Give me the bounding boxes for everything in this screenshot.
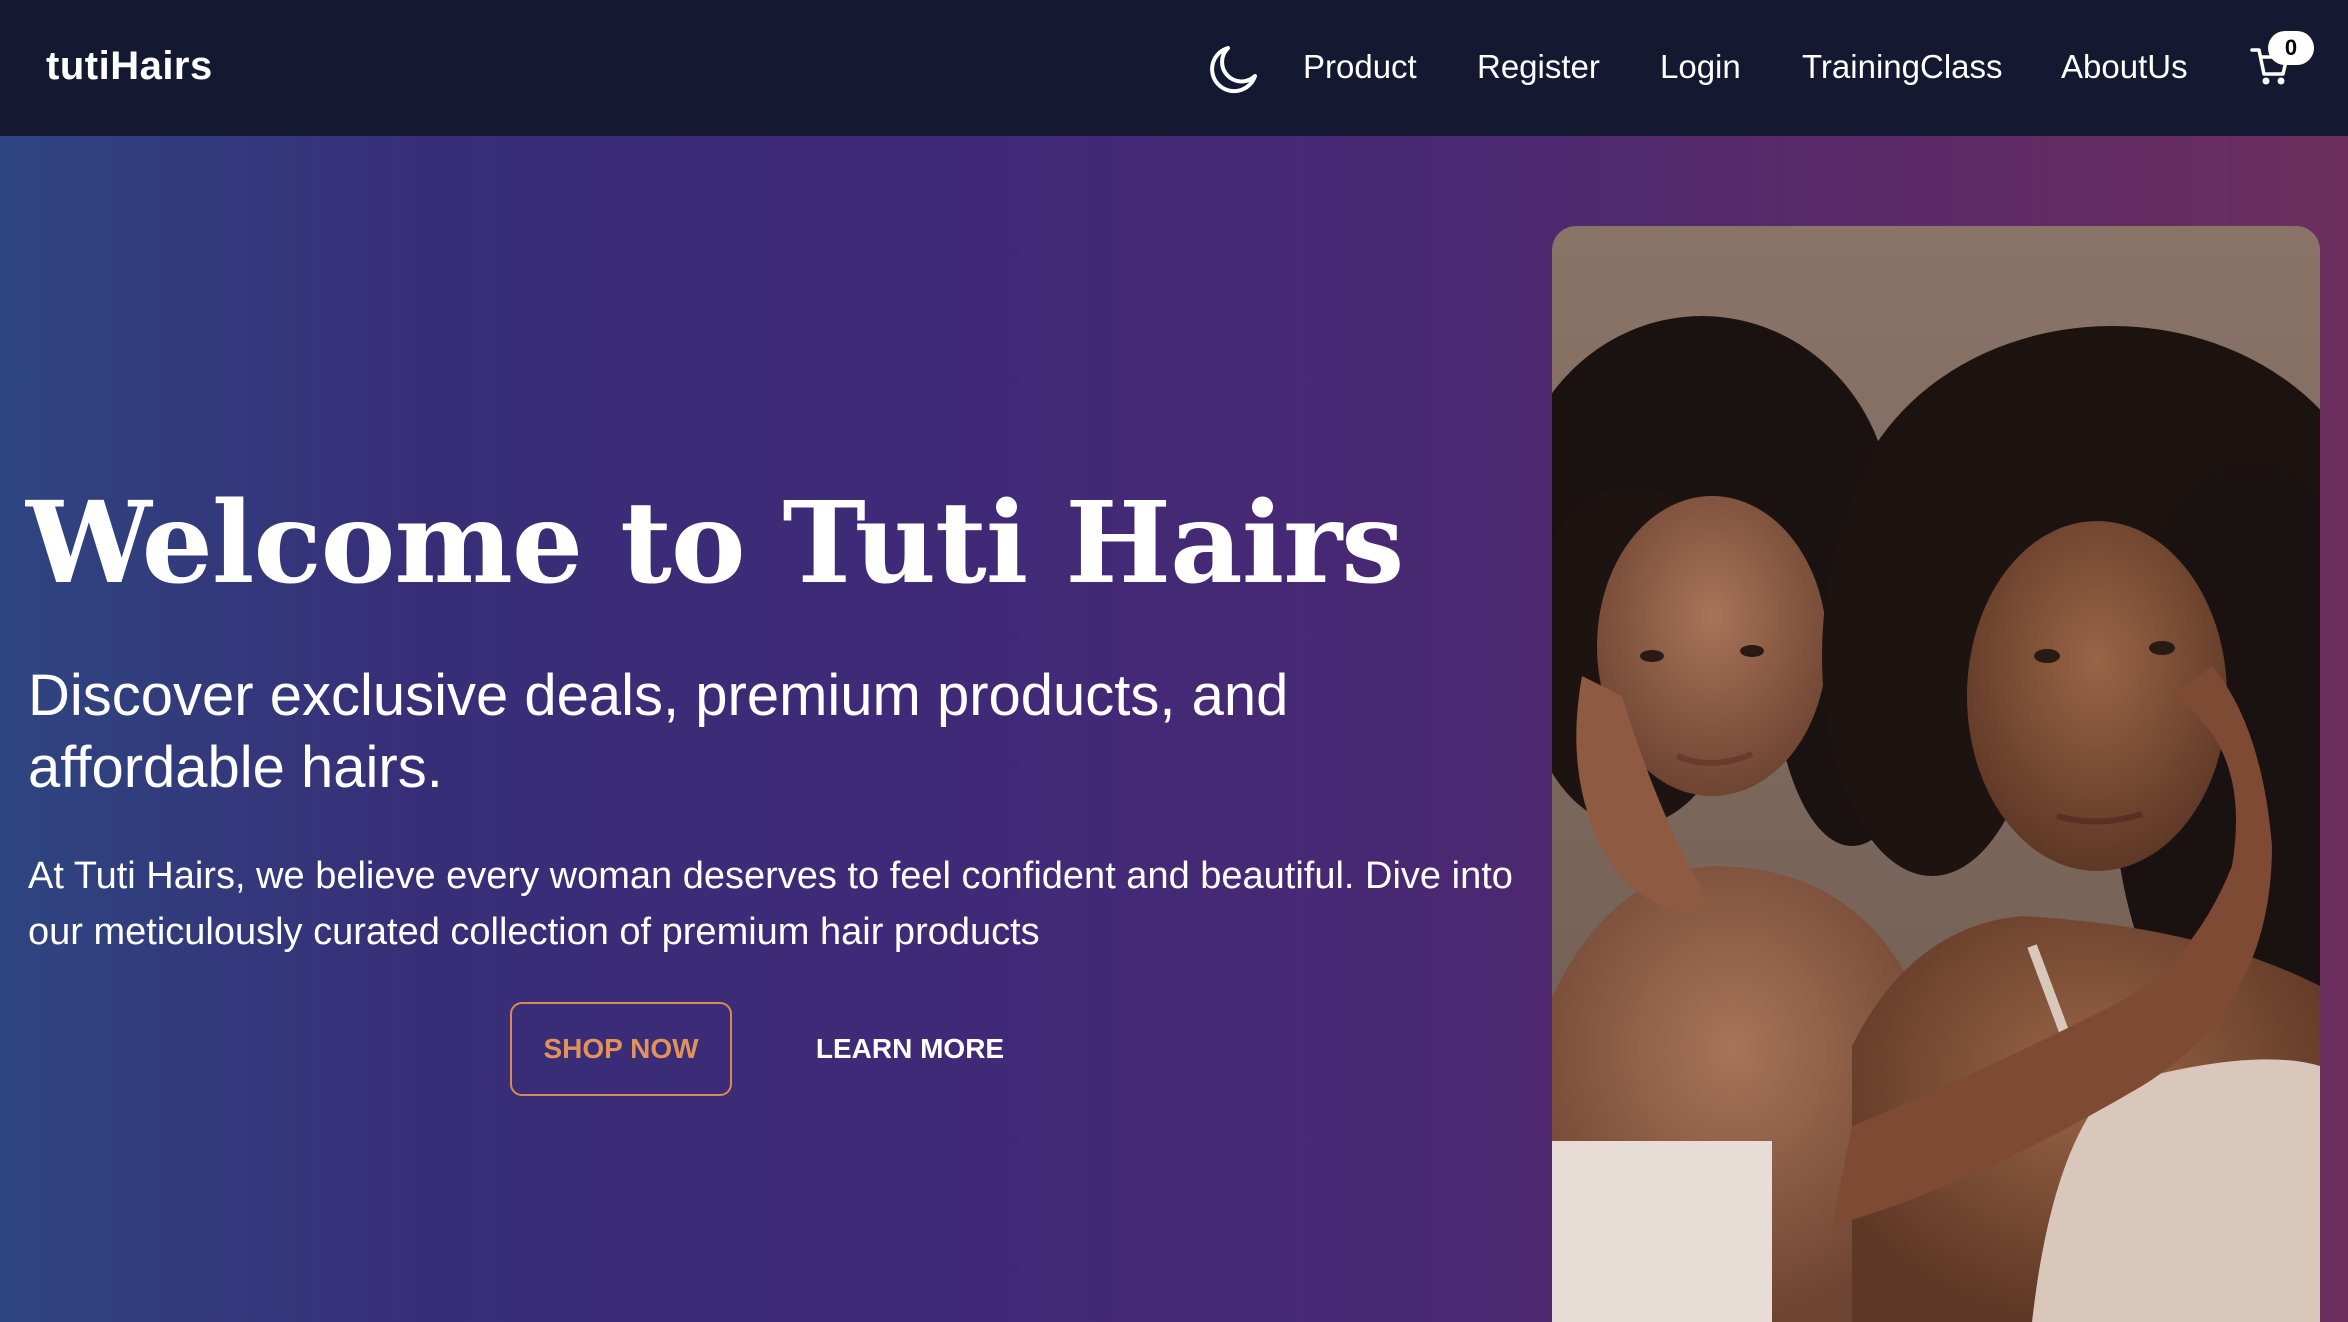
- nav-link-register[interactable]: Register: [1477, 48, 1600, 86]
- navbar: tutiHairs Product Register Login Trainin…: [0, 0, 2348, 136]
- hero-title: Welcome to Tuti Hairs: [26, 478, 1404, 609]
- cart-count-badge: 0: [2268, 31, 2314, 65]
- nav-link-login[interactable]: Login: [1660, 48, 1741, 86]
- nav-link-aboutus[interactable]: AboutUs: [2061, 48, 2188, 86]
- nav-links: Product Register Login TrainingClass Abo…: [0, 48, 2348, 88]
- nav-link-trainingclass[interactable]: TrainingClass: [1802, 48, 2003, 86]
- hero-section: Welcome to Tuti Hairs Discover exclusive…: [0, 136, 2348, 1322]
- hero-image: [1552, 226, 2320, 1322]
- shop-now-button[interactable]: SHOP NOW: [510, 1002, 732, 1096]
- learn-more-button[interactable]: LEARN MORE: [790, 1002, 1030, 1096]
- hero-description: At Tuti Hairs, we believe every woman de…: [28, 855, 1513, 953]
- nav-link-product[interactable]: Product: [1303, 48, 1417, 86]
- hero-photo-illustration: [1552, 226, 2320, 1322]
- hero-subtitle: Discover exclusive deals, premium produc…: [28, 663, 1289, 800]
